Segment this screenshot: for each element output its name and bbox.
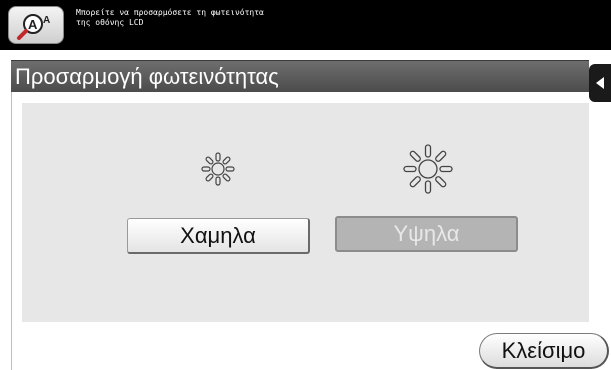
sun-large-icon: [403, 144, 453, 194]
svg-text:A: A: [43, 15, 50, 26]
guide-magnifier-A-icon: A A: [17, 14, 50, 40]
arrow-left-icon: [596, 77, 604, 89]
page-title: Προσαρμογή φωτεινότητας: [15, 64, 279, 89]
message-bar: A A Μπορείτε να προσαρμόσετε τη φωτεινότ…: [0, 0, 611, 50]
sun-small-icon: [201, 152, 235, 186]
svg-text:A: A: [28, 17, 38, 32]
back-tab[interactable]: [589, 64, 611, 102]
message-line-2: της οθόνης LCD: [76, 18, 144, 27]
brightness-panel: [22, 103, 589, 322]
info-message: Μπορείτε να προσαρμόσετε τη φωτεινότητα …: [76, 8, 264, 28]
title-bar: Προσαρμογή φωτεινότητας: [11, 60, 589, 93]
close-button[interactable]: Κλείσιμο: [479, 333, 609, 369]
high-brightness-button[interactable]: Υψηλα: [335, 216, 518, 252]
low-brightness-button[interactable]: Χαμηλα: [127, 218, 310, 254]
message-line-1: Μπορείτε να προσαρμόσετε τη φωτεινότητα: [76, 8, 264, 17]
guide-button[interactable]: A A: [8, 6, 64, 44]
